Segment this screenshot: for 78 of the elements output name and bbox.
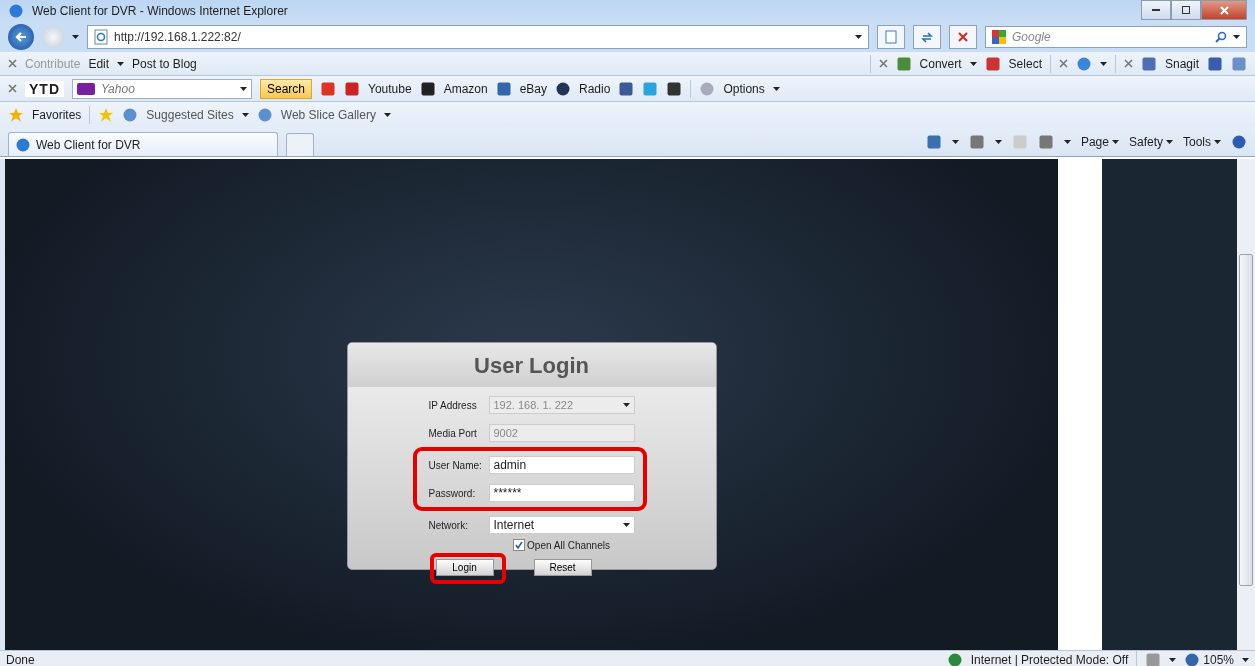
- caret-icon: [383, 112, 391, 117]
- favorites-button[interactable]: Favorites: [32, 107, 82, 122]
- star-icon: [8, 106, 24, 123]
- toolbar-button[interactable]: Options: [723, 81, 765, 96]
- close-icon[interactable]: [8, 84, 17, 93]
- caret-icon: [1166, 139, 1173, 144]
- history-caret-icon: [72, 35, 79, 39]
- menu-button[interactable]: Safety: [1128, 134, 1173, 149]
- search-icon[interactable]: [1215, 31, 1227, 43]
- field-label: IP Address: [428, 399, 478, 411]
- close-icon[interactable]: [1123, 59, 1133, 68]
- toolbar-button[interactable]: Edit: [88, 56, 110, 71]
- toolbar-link[interactable]: eBay: [519, 81, 548, 96]
- maximize-button[interactable]: [1171, 0, 1201, 20]
- stop-icon: [958, 32, 968, 42]
- window-title: Web Client for DVR - Windows Internet Explorer: [32, 4, 288, 18]
- search-button[interactable]: Search: [260, 78, 313, 99]
- toolbar-logo: YTD: [25, 80, 64, 97]
- scrollbar-thumb[interactable]: [1239, 254, 1253, 586]
- stop-button[interactable]: [949, 25, 977, 49]
- minimize-icon: [1152, 8, 1160, 12]
- toolbar-button[interactable]: Select: [1008, 56, 1042, 71]
- refresh-icon: [921, 31, 933, 43]
- caret-icon: [772, 86, 780, 91]
- status-text: Done: [6, 653, 36, 666]
- browser-tab[interactable]: Web Client for DVR: [8, 132, 278, 156]
- toolbar-link[interactable]: Youtube: [368, 81, 412, 96]
- toolbar-button[interactable]: Convert: [919, 56, 962, 71]
- caret-icon: [1214, 139, 1221, 144]
- close-button[interactable]: [1201, 0, 1247, 20]
- field-label: Network:: [428, 519, 469, 531]
- caret-icon: [969, 61, 977, 66]
- caret-icon: [1233, 35, 1240, 39]
- checkbox[interactable]: [513, 539, 526, 551]
- dropdown[interactable]: Internet: [488, 516, 635, 534]
- caret-icon: [241, 112, 249, 117]
- caret-icon: [240, 86, 247, 91]
- restore-icon: [1182, 6, 1190, 14]
- caret-icon: [1169, 658, 1177, 662]
- login-button[interactable]: Login: [435, 559, 494, 576]
- close-icon[interactable]: [1058, 59, 1068, 68]
- field-label: User Name:: [428, 459, 483, 471]
- favorites-link[interactable]: Web Slice Gallery: [280, 107, 376, 122]
- security-zone: Internet | Protected Mode: Off: [970, 653, 1129, 666]
- dropdown-arrow-icon: [622, 523, 630, 527]
- refresh-button[interactable]: [913, 25, 941, 49]
- minimize-button[interactable]: [1141, 0, 1171, 20]
- back-arrow-icon: [15, 31, 27, 43]
- caret-icon: [1111, 139, 1119, 144]
- favorites-link[interactable]: Suggested Sites: [146, 107, 234, 122]
- caret-icon: [951, 139, 959, 144]
- toolbar-link[interactable]: Amazon: [443, 81, 488, 96]
- dropdown-arrow-icon: [622, 403, 630, 407]
- caret-icon: [1063, 139, 1071, 144]
- caret-icon: [855, 35, 862, 39]
- zoom-button[interactable]: 105%: [1184, 652, 1234, 666]
- field-label: Media Port: [428, 427, 478, 439]
- close-icon: [1219, 5, 1229, 15]
- menu-button[interactable]: Page: [1080, 134, 1119, 149]
- panel-title: User Login: [347, 343, 716, 387]
- toolbar-button[interactable]: Post to Blog: [132, 56, 197, 71]
- caret-icon: [994, 139, 1002, 144]
- back-button[interactable]: [8, 24, 34, 50]
- caret-icon: [1242, 658, 1249, 662]
- input-field[interactable]: ******: [488, 484, 635, 502]
- caret-icon: [1099, 61, 1107, 66]
- compatibility-button[interactable]: [877, 25, 905, 49]
- toolbar-button[interactable]: Snagit: [1164, 56, 1199, 71]
- menu-button[interactable]: Tools: [1183, 134, 1221, 149]
- caret-icon: [117, 61, 125, 66]
- input-field[interactable]: admin: [488, 456, 635, 474]
- login-button[interactable]: Reset: [533, 559, 592, 576]
- close-icon[interactable]: [878, 59, 888, 68]
- toolbar-link[interactable]: Radio: [579, 81, 611, 96]
- search-engine-icon: [992, 30, 1006, 44]
- checkbox-label: Open All Channels: [527, 539, 610, 551]
- field-label: Password:: [428, 487, 477, 499]
- close-icon[interactable]: [8, 59, 17, 68]
